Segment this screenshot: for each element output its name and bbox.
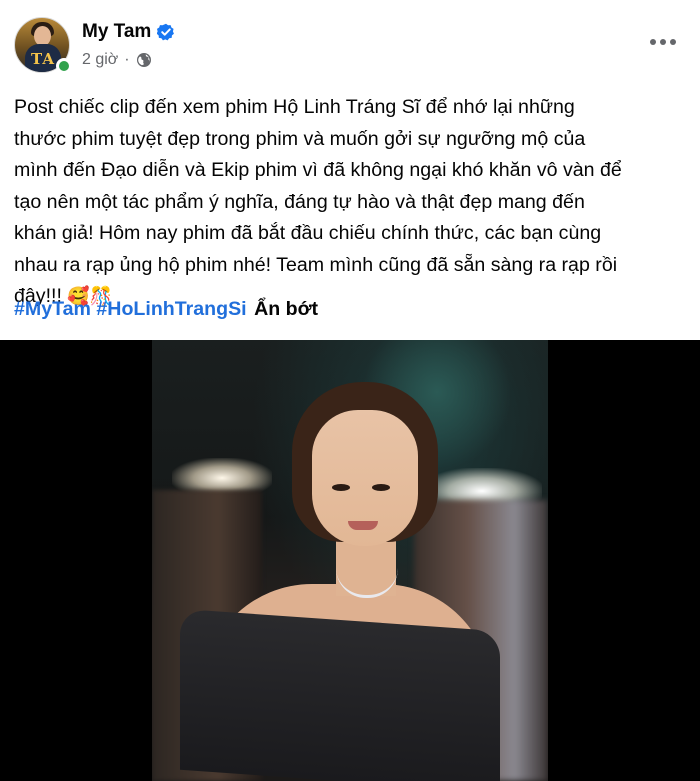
black-dress bbox=[180, 608, 500, 781]
hashtag-mytam[interactable]: #MyTam bbox=[14, 298, 91, 320]
post-text-line: mình đến Đạo diễn và Ekip phim vì đã khô… bbox=[14, 159, 622, 181]
hashtag-row: #MyTam #HoLinhTrangSi Ẩn bớt bbox=[14, 295, 318, 323]
post-body-text: Post chiếc clip đến xem phim Hộ Linh Trá… bbox=[14, 92, 686, 313]
author-name-row: My Tam bbox=[82, 21, 175, 43]
see-less-button[interactable]: Ẩn bớt bbox=[254, 298, 318, 320]
post-text-line: thước phim tuyệt đẹp trong phim và muốn … bbox=[14, 127, 586, 150]
post-text-line: Post chiếc clip đến xem phim Hộ Linh Trá… bbox=[14, 96, 575, 118]
author-avatar[interactable]: TA bbox=[14, 17, 72, 74]
post-time[interactable]: 2 giờ bbox=[82, 51, 118, 69]
post-header: TA My Tam 2 giờ · bbox=[0, 0, 700, 82]
post-video[interactable] bbox=[0, 340, 700, 781]
post-text-line: tạo nên một tác phẩm ý nghĩa, đáng tự hà… bbox=[14, 190, 585, 213]
meta-separator: · bbox=[124, 51, 130, 68]
post-text-line: nhau ra rạp ủng hộ phim nhé! Team mình c… bbox=[14, 253, 618, 276]
globe-icon[interactable] bbox=[136, 52, 152, 68]
hashtag-holinhtrangsi[interactable]: #HoLinhTrangSi bbox=[96, 298, 246, 320]
online-status-dot bbox=[56, 58, 72, 74]
verified-badge-icon bbox=[157, 23, 175, 41]
post-meta: 2 giờ · bbox=[82, 51, 152, 69]
author-name[interactable]: My Tam bbox=[82, 21, 151, 43]
post-text-line: khán giả! Hôm nay phim đã bắt đầu chiếu … bbox=[14, 222, 602, 244]
more-options-icon[interactable] bbox=[650, 32, 676, 52]
video-frame-image bbox=[152, 340, 548, 781]
